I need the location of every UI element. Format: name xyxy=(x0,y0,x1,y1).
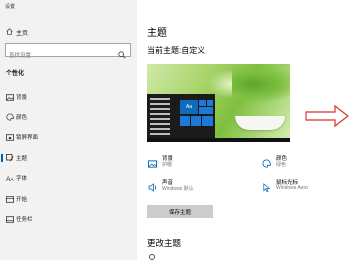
palette-icon xyxy=(262,155,272,168)
speaker-icon xyxy=(148,179,158,192)
search-box[interactable] xyxy=(5,43,131,62)
home-icon xyxy=(6,27,16,37)
change-theme-heading: 更改主题 xyxy=(147,238,182,248)
theme-background-setting[interactable]: 背景 护眼 xyxy=(148,154,248,174)
preview-tile xyxy=(207,100,213,106)
sidebar-item-label: 背景 xyxy=(16,95,28,101)
sidebar-item-fonts[interactable]: AA 字体 xyxy=(0,172,137,184)
sidebar-item-label: 开始 xyxy=(16,197,28,203)
preview-leaf xyxy=(232,64,290,104)
partial-icon xyxy=(149,254,155,260)
sidebar-item-label: 任务栏 xyxy=(16,217,33,223)
preview-taskbar xyxy=(147,138,290,142)
app-title: 设置 xyxy=(5,4,16,10)
cursor-icon xyxy=(262,179,272,193)
group-label-personalization: 个性化 xyxy=(6,71,25,77)
page-title: 主题 xyxy=(147,28,167,39)
current-theme-label: 当前主题:自定义 xyxy=(147,46,206,55)
taskbar-icon xyxy=(0,215,16,223)
sidebar-item-color[interactable]: 颜色 xyxy=(0,111,137,123)
picture-icon xyxy=(148,155,158,168)
preview-app-list xyxy=(150,98,176,138)
sidebar-item-lock-screen[interactable]: 锁屏界面 xyxy=(0,131,137,143)
font-icon: AA xyxy=(0,174,16,182)
preview-tile xyxy=(199,100,206,106)
sidebar-item-label: 字体 xyxy=(16,176,28,182)
sidebar-item-label: 颜色 xyxy=(16,115,28,121)
sidebar-item-label: 锁屏界面 xyxy=(16,135,39,141)
preview-start-menu: Aa xyxy=(147,94,215,142)
search-icon[interactable] xyxy=(118,46,127,59)
sidebar-item-themes[interactable]: 主题 xyxy=(0,152,137,164)
preview-paper-boat xyxy=(235,116,285,130)
theme-color-setting[interactable]: 颜色 绿色 xyxy=(262,154,350,174)
home-label: 主页 xyxy=(16,30,29,37)
setting-value: 护眼 xyxy=(162,162,173,168)
preview-tile: Aa xyxy=(180,100,198,114)
brush-icon xyxy=(0,154,16,162)
setting-value: Windows 默认 xyxy=(162,186,194,192)
sidebar-item-start[interactable]: 开始 xyxy=(0,193,137,205)
main-content: 主题 当前主题:自定义 Aa 背景 护眼 颜色 绿色 声音 Windows 默认… xyxy=(137,0,350,260)
lock-screen-icon xyxy=(0,133,16,141)
setting-value: Windows Aero xyxy=(276,185,308,191)
theme-sound-setting[interactable]: 声音 Windows 默认 xyxy=(148,178,248,198)
theme-cursor-setting[interactable]: 鼠标光标 Windows Aero xyxy=(262,178,350,198)
save-theme-button[interactable]: 保存主题 xyxy=(147,205,213,218)
preview-tile xyxy=(180,116,190,126)
theme-preview: Aa xyxy=(147,64,290,142)
preview-tile xyxy=(199,107,213,114)
sidebar-item-taskbar[interactable]: 任务栏 xyxy=(0,213,137,225)
preview-tile xyxy=(202,116,213,126)
sidebar-item-background[interactable]: 背景 xyxy=(0,91,137,103)
search-input[interactable] xyxy=(6,50,116,62)
red-arrow-annotation xyxy=(305,104,349,128)
sidebar-item-label: 主题 xyxy=(16,156,28,162)
sidebar-item-home[interactable]: 主页 xyxy=(6,26,126,38)
picture-icon xyxy=(0,93,16,101)
setting-value: 绿色 xyxy=(276,162,287,168)
preview-tile xyxy=(191,116,201,126)
svg-text:A: A xyxy=(11,177,14,182)
start-icon xyxy=(0,195,16,203)
sidebar: 设置 主页 个性化 背景 颜色 锁屏界面 主题 xyxy=(0,0,137,260)
palette-icon xyxy=(0,113,16,121)
